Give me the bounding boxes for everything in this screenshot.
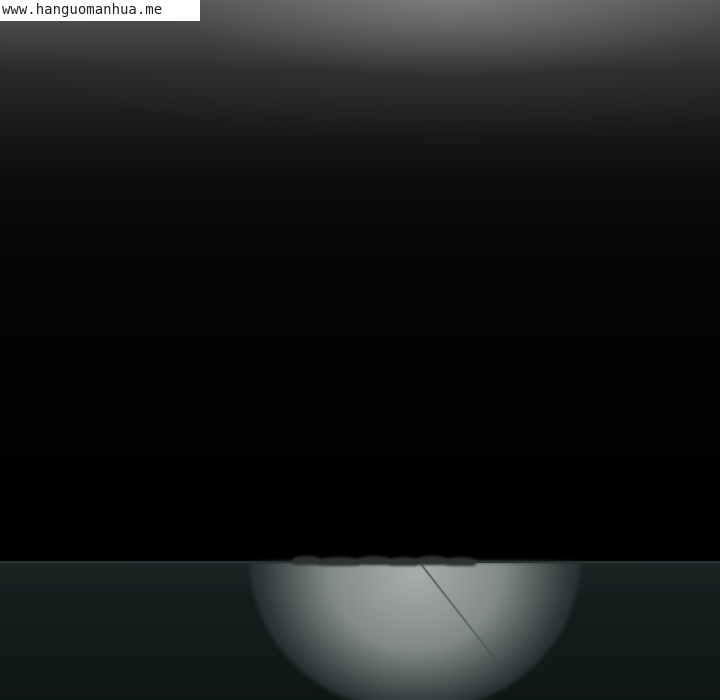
debris-mound: [356, 556, 392, 565]
debris-mound: [446, 557, 476, 566]
debris-mound: [318, 557, 360, 566]
dark-background-gradient: [0, 0, 720, 562]
dark-scene: www.hanguomanhua.me: [0, 0, 720, 700]
watermark-url: www.hanguomanhua.me: [0, 0, 200, 21]
debris-mound: [414, 556, 450, 565]
